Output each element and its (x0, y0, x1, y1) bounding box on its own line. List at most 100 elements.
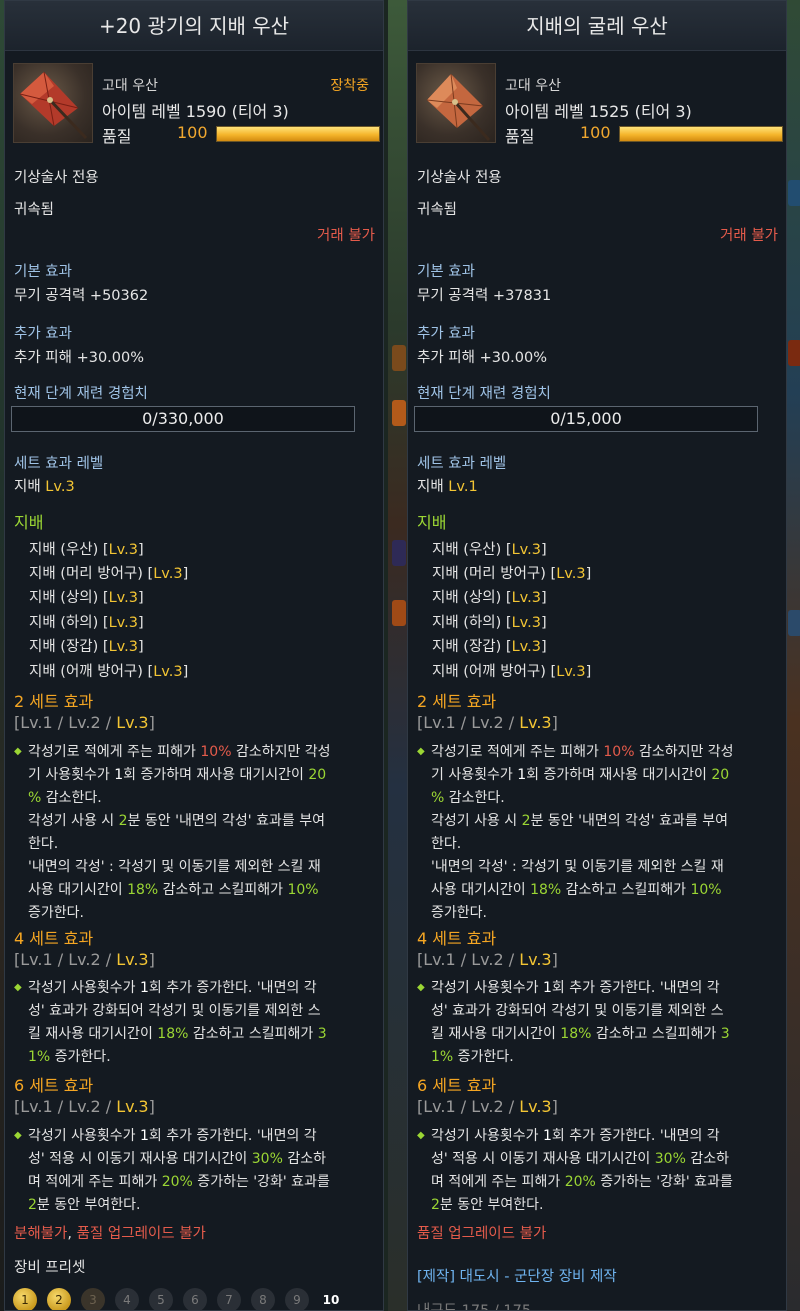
diamond-bullet-icon: ◆ (417, 982, 425, 993)
level-list-end: ] (148, 1097, 155, 1116)
set-item-row: 지배 (어깨 방어구) [Lv.3] (432, 664, 592, 680)
base-effect-value: 무기 공격력 +50362 (14, 288, 149, 304)
quality-bar (216, 126, 380, 142)
set-item-name: 지배 (하의) (29, 615, 99, 631)
set-level-row: 지배 Lv.3 (14, 475, 75, 496)
item-restrictions: 분해불가, 품질 업그레이드 불가 (14, 1226, 206, 1242)
set-effect-6-levels: [Lv.1 / Lv.2 / Lv.3] (417, 1097, 558, 1116)
trade-status: 거래 불가 (317, 228, 375, 244)
preset-button[interactable]: 10 (319, 1288, 343, 1310)
set-item-name: 지배 (우산) (29, 542, 99, 558)
extra-effect-value: 추가 피해 +30.00% (14, 350, 145, 366)
set-level-name: 지배 (14, 479, 41, 495)
set-item-name: 지배 (우산) (432, 542, 502, 558)
quality-bar-fill (217, 127, 379, 141)
diamond-bullet-icon: ◆ (417, 1130, 425, 1141)
set-effect-6-desc: ◆ 각성기 사용횟수가 1회 추가 증가한다. '내면의 각 성' 적용 시 이동… (14, 1124, 374, 1217)
set-item-row: 지배 (우산) [Lv.3] (432, 542, 547, 558)
set-effect-2-title: 2 세트 효과 (14, 692, 94, 711)
set-level-name: 지배 (417, 479, 444, 495)
quality-upgrade-restriction: 품질 업그레이드 불가 (417, 1226, 547, 1242)
current-level: Lv.3 (519, 1097, 552, 1116)
quality-label: 품질 (102, 127, 132, 146)
set-item-row: 지배 (하의) [Lv.3] (432, 615, 547, 631)
item-level: 아이템 레벨 1590 (티어 3) (102, 102, 289, 121)
class-restriction: 기상술사 전용 (14, 170, 99, 186)
set-item-level: Lv.3 (153, 664, 183, 680)
extra-effect-value: 추가 피해 +30.00% (417, 350, 548, 366)
current-level: Lv.3 (116, 950, 149, 969)
preset-button[interactable]: 5 (149, 1288, 173, 1310)
set-effect-4-desc: ◆ 각성기 사용횟수가 1회 추가 증가한다. '내면의 각 성' 효과가 강화되… (417, 976, 777, 1069)
set-item-row: 지배 (하의) [Lv.3] (29, 615, 144, 631)
set-item-name: 지배 (상의) (29, 590, 99, 606)
set-level-label: 세트 효과 레벨 (417, 456, 507, 472)
extra-effect-label: 추가 효과 (14, 326, 72, 342)
set-item-level: Lv.3 (511, 542, 541, 558)
level-list: [Lv.1 / Lv.2 / (417, 1097, 520, 1116)
bound-status: 귀속됨 (14, 202, 55, 218)
umbrella-icon (13, 63, 93, 143)
item-grade: 고대 우산 (102, 78, 158, 94)
inventory-slot (392, 400, 406, 426)
preset-button[interactable]: 7 (217, 1288, 241, 1310)
level-list: [Lv.1 / Lv.2 / (417, 950, 520, 969)
set-effect-6-levels: [Lv.1 / Lv.2 / Lv.3] (14, 1097, 155, 1116)
set-effect-2-title: 2 세트 효과 (417, 692, 497, 711)
inventory-slot (392, 540, 406, 566)
preset-button[interactable]: 9 (285, 1288, 309, 1310)
quality-upgrade-restriction: 품질 업그레이드 불가 (76, 1226, 206, 1242)
inventory-slot (392, 345, 406, 371)
preset-button[interactable]: 8 (251, 1288, 275, 1310)
level-list-end: ] (551, 1097, 558, 1116)
equipped-item-tooltip: +20 광기의 지배 우산 고대 우산 장착중 아이템 레벨 1590 (티어 … (4, 0, 384, 1311)
quality-value: 100 (580, 123, 611, 142)
set-item-name: 지배 (상의) (432, 590, 502, 606)
item-header: 고대 우산 장착중 아이템 레벨 1590 (티어 3) 품질 100 (5, 51, 383, 153)
set-effect-6-title: 6 세트 효과 (417, 1076, 497, 1095)
item-title: +20 광기의 지배 우산 (5, 1, 383, 51)
preset-label: 장비 프리셋 (14, 1260, 86, 1276)
inventory-slot (788, 340, 800, 366)
preset-button[interactable]: 1 (13, 1288, 37, 1310)
item-level: 아이템 레벨 1525 (티어 3) (505, 102, 692, 121)
set-item-row: 지배 (어깨 방어구) [Lv.3] (29, 664, 189, 680)
set-item-level: Lv.3 (511, 615, 541, 631)
diamond-bullet-icon: ◆ (14, 982, 22, 993)
set-item-level: Lv.3 (108, 615, 138, 631)
set-effect-2-levels: [Lv.1 / Lv.2 / Lv.3] (417, 713, 558, 732)
set-item-name: 지배 (어깨 방어구) (432, 664, 546, 680)
preset-button[interactable]: 4 (115, 1288, 139, 1310)
level-list-end: ] (148, 950, 155, 969)
preset-button[interactable]: 2 (47, 1288, 71, 1310)
set-item-row: 지배 (장갑) [Lv.3] (29, 639, 144, 655)
current-level: Lv.3 (519, 713, 552, 732)
set-item-name: 지배 (머리 방어구) (432, 566, 546, 582)
set-item-row: 지배 (상의) [Lv.3] (432, 590, 547, 606)
set-effect-4-title: 4 세트 효과 (417, 929, 497, 948)
quality-value: 100 (177, 123, 208, 142)
level-list-end: ] (551, 950, 558, 969)
preset-button[interactable]: 3 (81, 1288, 105, 1310)
quality-bar-fill (620, 127, 782, 141)
set-level-value: Lv.3 (45, 479, 75, 495)
base-effect-label: 기본 효과 (14, 264, 72, 280)
preset-button[interactable]: 6 (183, 1288, 207, 1310)
set-effect-4-levels: [Lv.1 / Lv.2 / Lv.3] (14, 950, 155, 969)
refine-exp-bar: 0/330,000 (11, 406, 355, 432)
base-effect-value: 무기 공격력 +37831 (417, 288, 552, 304)
set-item-row: 지배 (머리 방어구) [Lv.3] (432, 566, 592, 582)
set-name: 지배 (417, 513, 447, 532)
level-list-end: ] (551, 713, 558, 732)
bound-status: 귀속됨 (417, 202, 458, 218)
refine-exp-label: 현재 단계 재련 경험치 (417, 386, 551, 402)
equipped-badge: 장착중 (330, 78, 369, 94)
set-item-row: 지배 (장갑) [Lv.3] (432, 639, 547, 655)
durability: 내구도 175 / 175 (417, 1303, 532, 1311)
level-list: [Lv.1 / Lv.2 / (417, 713, 520, 732)
refine-exp-label: 현재 단계 재련 경험치 (14, 386, 148, 402)
set-name: 지배 (14, 513, 44, 532)
set-item-name: 지배 (하의) (432, 615, 502, 631)
set-item-row: 지배 (머리 방어구) [Lv.3] (29, 566, 189, 582)
trade-status: 거래 불가 (720, 228, 778, 244)
